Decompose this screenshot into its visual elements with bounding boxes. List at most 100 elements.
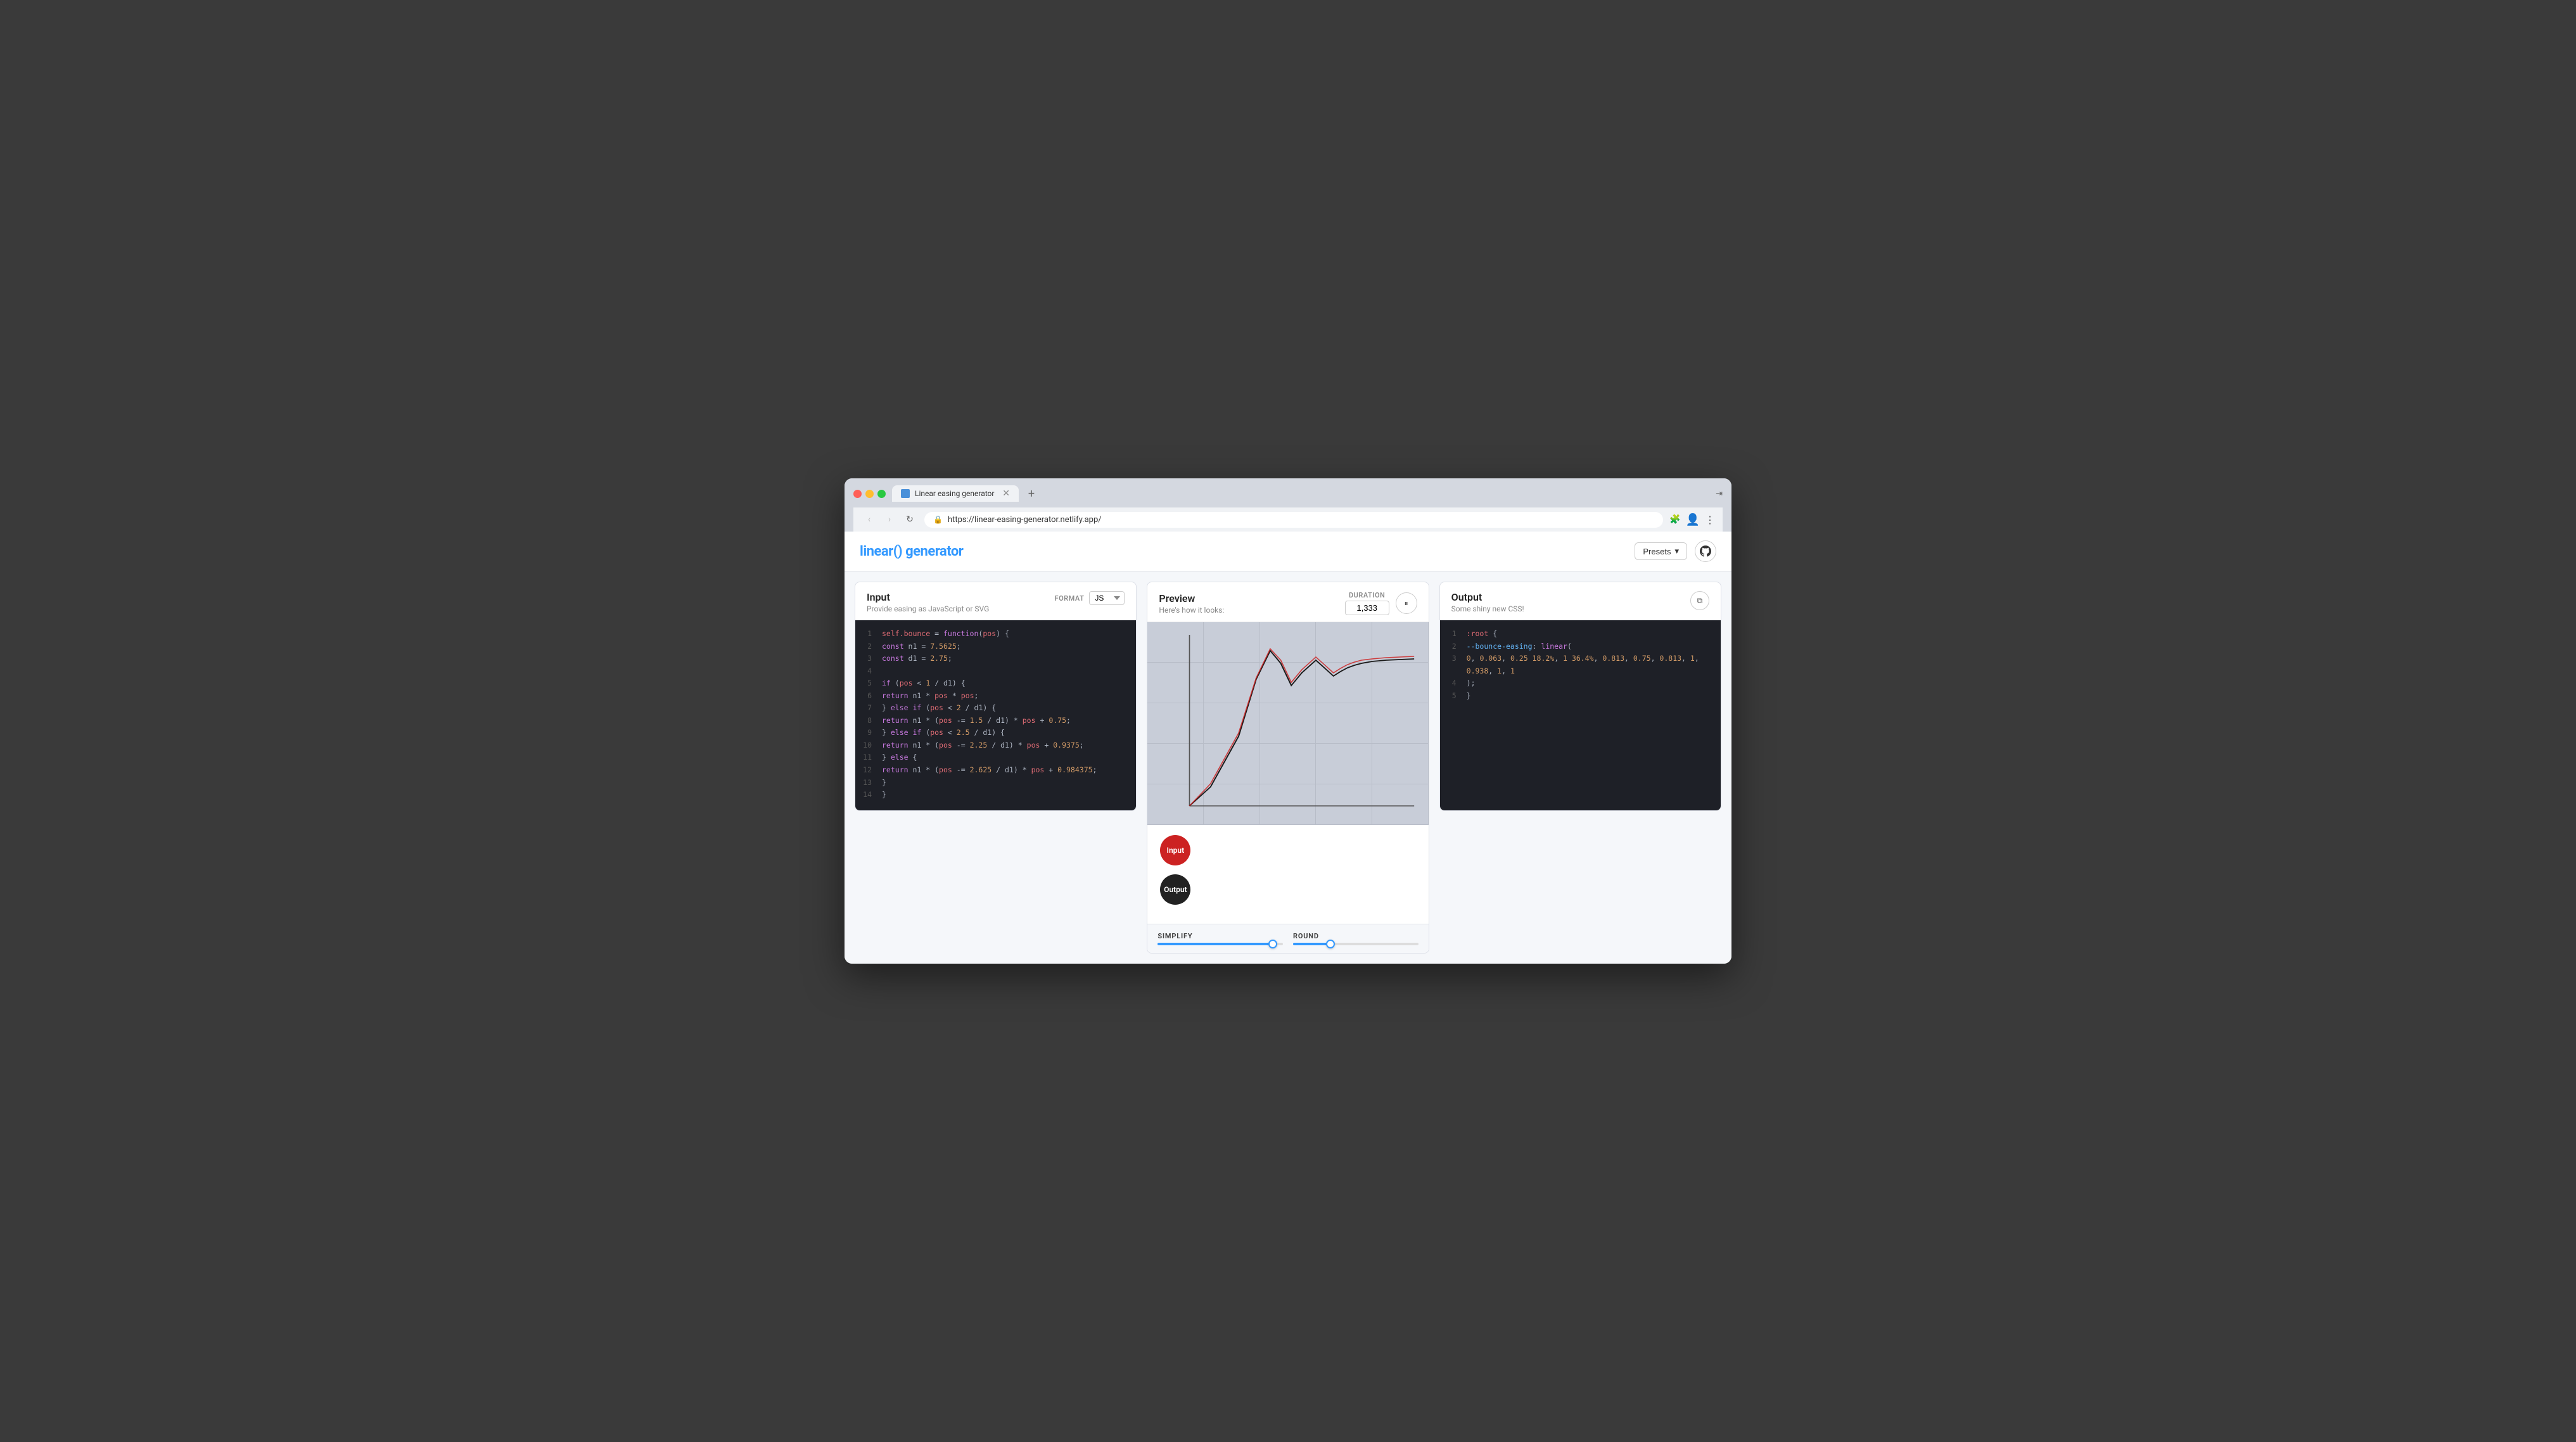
tab-close-icon[interactable]: ✕ <box>1002 489 1010 498</box>
app-logo: linear() generator <box>860 544 963 559</box>
reload-button[interactable]: ↻ <box>902 511 918 528</box>
output-panel-header: Output Some shiny new CSS! ⧉ <box>1440 582 1721 620</box>
code-line: 3 0, 0.063, 0.25 18.2%, 1 36.4%, 0.813, … <box>1448 653 1713 677</box>
code-line: 2 --bounce-easing: linear( <box>1448 641 1713 653</box>
round-slider[interactable] <box>1293 943 1419 945</box>
browser-window: Linear easing generator ✕ + ⇥ ‹ › ↻ 🔒 ht… <box>845 478 1731 964</box>
browser-titlebar: Linear easing generator ✕ + ⇥ ‹ › ↻ 🔒 ht… <box>845 478 1731 532</box>
input-panel: Input Provide easing as JavaScript or SV… <box>855 582 1137 811</box>
code-line: 9 } else if (pos < 2.5 / d1) { <box>863 727 1128 739</box>
input-ball: Input <box>1160 835 1190 865</box>
pause-button[interactable]: ⏸ <box>1396 592 1417 614</box>
code-line: 3 const d1 = 2.75; <box>863 653 1128 665</box>
output-code: 1:root {2 --bounce-easing: linear(3 0, 0… <box>1440 620 1721 810</box>
line-content: } else if (pos < 2.5 / d1) { <box>882 727 1128 739</box>
line-content <box>882 665 1128 678</box>
simplify-thumb[interactable] <box>1268 940 1277 948</box>
forward-button[interactable]: › <box>881 511 898 528</box>
input-ball-label: Input <box>1167 846 1185 855</box>
main-panels: Input Provide easing as JavaScript or SV… <box>845 571 1731 964</box>
presets-label: Presets <box>1643 547 1671 556</box>
simplify-slider[interactable] <box>1157 943 1283 945</box>
format-label: FORMAT <box>1055 594 1085 603</box>
preview-chart-area <box>1147 622 1428 825</box>
line-content: ); <box>1467 677 1713 690</box>
line-content: return n1 * (pos -= 1.5 / d1) * pos + 0.… <box>882 715 1128 727</box>
line-number: 4 <box>1448 677 1457 690</box>
round-slider-group: ROUND <box>1293 932 1419 945</box>
url-text: https://linear-easing-generator.netlify.… <box>948 515 1102 525</box>
simplify-label: SIMPLIFY <box>1157 932 1283 940</box>
line-number: 12 <box>863 764 872 777</box>
duration-input[interactable] <box>1345 601 1389 615</box>
duration-label: DURATION <box>1349 591 1385 599</box>
github-button[interactable] <box>1695 540 1716 562</box>
line-content: } else if (pos < 2 / d1) { <box>882 702 1128 715</box>
github-icon <box>1700 546 1711 557</box>
close-button[interactable] <box>853 490 862 498</box>
line-number: 9 <box>863 727 872 739</box>
toolbar-actions: 🧩 👤 ⋮ <box>1669 513 1715 526</box>
code-line: 1:root { <box>1448 628 1713 641</box>
duration-control: DURATION <box>1345 591 1389 615</box>
code-line: 5 if (pos < 1 / d1) { <box>863 677 1128 690</box>
menu-icon[interactable]: ⋮ <box>1705 514 1715 526</box>
code-line: 11 } else { <box>863 751 1128 764</box>
format-select[interactable]: JS SVG <box>1089 591 1125 605</box>
active-tab[interactable]: Linear easing generator ✕ <box>892 485 1019 502</box>
line-number: 2 <box>1448 641 1457 653</box>
new-tab-button[interactable]: + <box>1023 485 1040 502</box>
code-line: 1self.bounce = function(pos) { <box>863 628 1128 641</box>
line-content: return n1 * (pos -= 2.625 / d1) * pos + … <box>882 764 1128 777</box>
line-content: --bounce-easing: linear( <box>1467 641 1713 653</box>
code-line: 10 return n1 * (pos -= 2.25 / d1) * pos … <box>863 739 1128 752</box>
line-number: 4 <box>863 665 872 678</box>
preview-panel: Preview Here's how it looks: DURATION ⏸ <box>1147 582 1429 954</box>
line-number: 7 <box>863 702 872 715</box>
line-content: 0, 0.063, 0.25 18.2%, 1 36.4%, 0.813, 0.… <box>1467 653 1713 677</box>
input-panel-action: FORMAT JS SVG <box>1055 591 1125 605</box>
line-content: } <box>882 789 1128 801</box>
line-content: if (pos < 1 / d1) { <box>882 677 1128 690</box>
line-content: return n1 * (pos -= 2.25 / d1) * pos + 0… <box>882 739 1128 752</box>
back-button[interactable]: ‹ <box>861 511 877 528</box>
line-content: return n1 * pos * pos; <box>882 690 1128 703</box>
input-panel-title: Input <box>867 591 989 603</box>
round-thumb[interactable] <box>1326 940 1335 948</box>
output-ball: Output <box>1160 874 1190 905</box>
extensions-icon[interactable]: 🧩 <box>1669 514 1680 525</box>
traffic-lights <box>853 490 886 498</box>
line-number: 11 <box>863 751 872 764</box>
input-panel-subtitle: Provide easing as JavaScript or SVG <box>867 604 989 613</box>
code-line: 7 } else if (pos < 2 / d1) { <box>863 702 1128 715</box>
preview-panel-subtitle: Here's how it looks: <box>1159 606 1224 615</box>
copy-button[interactable]: ⧉ <box>1690 591 1709 610</box>
nav-buttons: ‹ › ↻ <box>861 511 918 528</box>
pause-icon: ⏸ <box>1405 599 1408 608</box>
output-ball-label: Output <box>1164 885 1187 894</box>
code-line: 2 const n1 = 7.5625; <box>863 641 1128 653</box>
round-fill <box>1293 943 1330 945</box>
code-line: 4 ); <box>1448 677 1713 690</box>
tab-extensions: ⇥ <box>1716 489 1723 499</box>
simplify-slider-group: SIMPLIFY <box>1157 932 1283 945</box>
profile-icon[interactable]: 👤 <box>1686 513 1700 526</box>
maximize-button[interactable] <box>877 490 886 498</box>
code-editor[interactable]: 1self.bounce = function(pos) {2 const n1… <box>855 620 1136 810</box>
input-panel-header: Input Provide easing as JavaScript or SV… <box>855 582 1136 620</box>
code-line: 6 return n1 * pos * pos; <box>863 690 1128 703</box>
app-content: linear() generator Presets ▾ Inp <box>845 532 1731 964</box>
line-content: const n1 = 7.5625; <box>882 641 1128 653</box>
code-line: 4 <box>863 665 1128 678</box>
line-number: 1 <box>1448 628 1457 641</box>
line-content: } else { <box>882 751 1128 764</box>
minimize-button[interactable] <box>865 490 874 498</box>
line-number: 3 <box>1448 653 1457 677</box>
address-bar[interactable]: 🔒 https://linear-easing-generator.netlif… <box>924 512 1663 528</box>
line-number: 5 <box>1448 690 1457 703</box>
preview-panel-title: Preview <box>1159 592 1224 604</box>
presets-button[interactable]: Presets ▾ <box>1635 542 1687 560</box>
line-number: 14 <box>863 789 872 801</box>
preview-animation: Input Output <box>1147 825 1428 924</box>
code-line: 5} <box>1448 690 1713 703</box>
